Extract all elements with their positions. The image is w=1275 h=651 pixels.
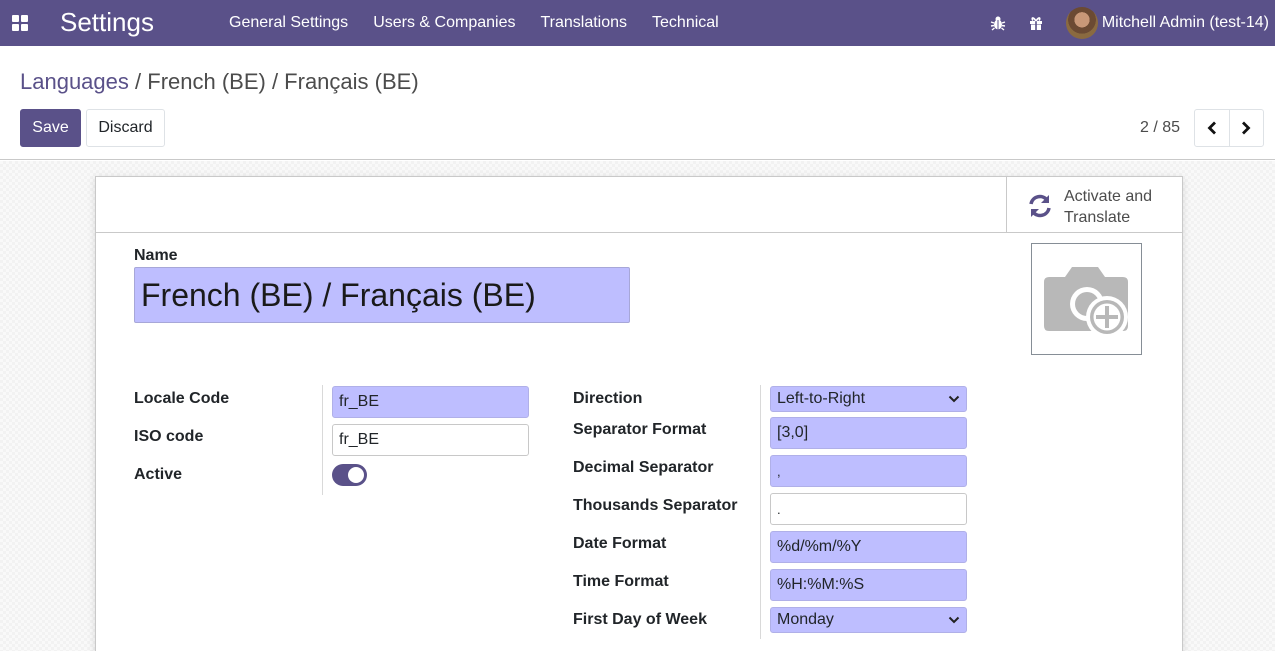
menu-users-companies[interactable]: Users & Companies bbox=[373, 14, 515, 32]
date-format-label: Date Format bbox=[573, 535, 667, 552]
save-button[interactable]: Save bbox=[20, 109, 81, 147]
locale-code-label: Locale Code bbox=[134, 390, 230, 407]
menu-translations[interactable]: Translations bbox=[540, 14, 627, 32]
decimal-separator-label: Decimal Separator bbox=[573, 459, 714, 476]
date-format-input[interactable]: %d/%m/%Y bbox=[770, 531, 967, 563]
iso-code-label: ISO code bbox=[134, 428, 204, 445]
thousands-separator-value: . bbox=[777, 501, 781, 517]
first-day-of-week-value: Monday bbox=[777, 611, 834, 628]
time-format-input[interactable]: %H:%M:%S bbox=[770, 569, 967, 601]
main-menu: General Settings Users & Companies Trans… bbox=[229, 14, 744, 32]
separator-format-label: Separator Format bbox=[573, 421, 707, 438]
user-avatar[interactable] bbox=[1065, 7, 1098, 39]
form-sheet: Activate and Translate Name French (BE) … bbox=[95, 176, 1183, 651]
image-upload-field[interactable] bbox=[1031, 243, 1142, 355]
direction-value: Left-to-Right bbox=[777, 390, 866, 407]
name-input[interactable]: French (BE) / Français (BE) bbox=[134, 267, 630, 323]
locale-code-input[interactable]: fr_BE bbox=[332, 386, 529, 418]
direction-label: Direction bbox=[573, 390, 643, 407]
systray: Mitchell Admin (test-14) bbox=[990, 0, 1275, 46]
chevron-right-icon bbox=[1242, 121, 1251, 135]
apps-menu-icon[interactable] bbox=[12, 15, 28, 31]
left-group-divider bbox=[322, 385, 323, 495]
thousands-separator-input[interactable]: . bbox=[770, 493, 967, 525]
decimal-separator-input[interactable]: , bbox=[770, 455, 967, 487]
breadcrumb: Languages / French (BE) / Français (BE) bbox=[20, 69, 419, 95]
first-day-of-week-label: First Day of Week bbox=[573, 611, 707, 628]
chevron-down-icon bbox=[948, 616, 960, 624]
breadcrumb-separator: / bbox=[135, 69, 142, 94]
decimal-separator-value: , bbox=[777, 463, 781, 479]
direction-select[interactable]: Left-to-Right bbox=[770, 386, 967, 412]
chevron-down-icon bbox=[948, 395, 960, 403]
active-toggle[interactable] bbox=[332, 464, 367, 486]
refresh-icon bbox=[1029, 194, 1051, 218]
user-menu[interactable]: Mitchell Admin (test-14) bbox=[1102, 14, 1269, 32]
pager-buttons bbox=[1194, 109, 1264, 147]
right-group-divider bbox=[760, 385, 761, 639]
pager-next-button[interactable] bbox=[1228, 110, 1264, 146]
first-day-of-week-select[interactable]: Monday bbox=[770, 607, 967, 633]
bug-icon[interactable] bbox=[990, 15, 1006, 31]
time-format-label: Time Format bbox=[573, 573, 669, 590]
activate-and-translate-label: Activate and Translate bbox=[1064, 188, 1153, 226]
app-title[interactable]: Settings bbox=[60, 7, 154, 38]
button-box: Activate and Translate bbox=[96, 177, 1182, 233]
thousands-separator-label: Thousands Separator bbox=[573, 497, 738, 514]
pager-value[interactable]: 2 / 85 bbox=[1140, 119, 1180, 137]
camera-add-icon bbox=[1044, 267, 1128, 338]
chevron-left-icon bbox=[1207, 121, 1216, 135]
activate-and-translate-button[interactable]: Activate and Translate bbox=[1006, 177, 1182, 232]
pager-previous-button[interactable] bbox=[1195, 110, 1229, 146]
breadcrumb-current: French (BE) / Français (BE) bbox=[147, 69, 419, 94]
discard-button[interactable]: Discard bbox=[86, 109, 165, 147]
menu-general-settings[interactable]: General Settings bbox=[229, 14, 348, 32]
separator-format-input[interactable]: [3,0] bbox=[770, 417, 967, 449]
name-label: Name bbox=[134, 247, 178, 264]
control-panel: Languages / French (BE) / Français (BE) … bbox=[0, 46, 1275, 160]
gift-icon[interactable] bbox=[1028, 15, 1044, 31]
menu-technical[interactable]: Technical bbox=[652, 14, 719, 32]
active-label: Active bbox=[134, 466, 183, 483]
top-navbar: Settings General Settings Users & Compan… bbox=[0, 0, 1275, 46]
breadcrumb-languages[interactable]: Languages bbox=[20, 69, 129, 94]
iso-code-input[interactable]: fr_BE bbox=[332, 424, 529, 456]
